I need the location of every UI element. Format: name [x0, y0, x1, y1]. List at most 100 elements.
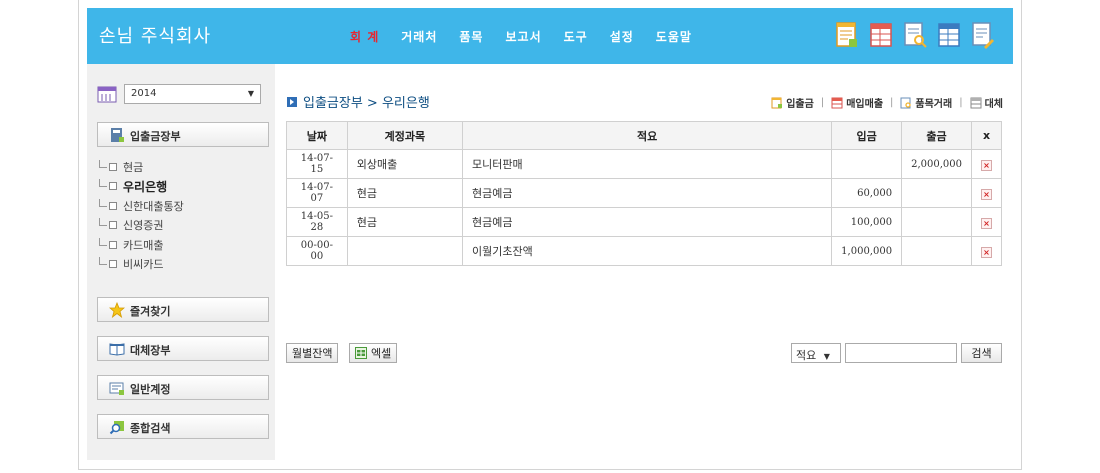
doc-icon — [771, 97, 783, 109]
cell-delete: × — [970, 149, 1003, 179]
table-row[interactable]: 14-05-28 현금 현금예금 100,000 × — [286, 207, 1003, 237]
cell-memo[interactable]: 모니터판매 — [462, 149, 833, 179]
book-icon — [109, 127, 125, 143]
cell-withdrawal[interactable]: 2,000,000 — [901, 149, 972, 179]
chevron-down-icon: ▼ — [823, 352, 830, 361]
cell-date[interactable]: 14-05-28 — [286, 207, 348, 237]
search-field-select[interactable]: 적요 ▼ — [791, 343, 841, 363]
cashbook-button[interactable]: 입출금장부 — [97, 122, 269, 147]
divider: | — [820, 97, 825, 108]
delete-icon[interactable]: × — [980, 217, 992, 229]
nav-items[interactable]: 품목 — [459, 28, 483, 45]
tree-item-shinyoung-securities[interactable]: 신영증권 — [99, 216, 184, 236]
cell-account[interactable] — [346, 236, 464, 266]
cell-memo[interactable]: 현금예금 — [462, 207, 833, 237]
tree-branch — [99, 159, 107, 168]
table-row[interactable]: 00-00-00 이월기초잔액 1,000,000 × — [286, 236, 1003, 266]
cashbook-label: 입출금장부 — [130, 130, 181, 143]
cell-account[interactable]: 외상매출 — [346, 149, 464, 179]
main-nav: 회 계 거래처 품목 보고서 도구 설정 도움말 — [350, 28, 714, 45]
transfer-book-button[interactable]: 대체장부 — [97, 336, 269, 361]
open-book-icon — [109, 341, 125, 357]
search-all-label: 종합검색 — [130, 422, 171, 435]
tree-item-card-sales[interactable]: 카드매출 — [99, 235, 184, 255]
divider: | — [959, 97, 963, 108]
cell-date[interactable]: 14-07-15 — [286, 149, 348, 179]
breadcrumb: 입출금장부 > 우리은행 — [287, 92, 430, 111]
excel-label: 엑셀 — [371, 347, 392, 360]
quick-link-label: 대체 — [984, 99, 1003, 110]
delete-icon[interactable]: × — [980, 159, 992, 171]
quick-link-item-trade[interactable]: 품목거래 — [900, 95, 952, 110]
cell-account[interactable]: 현금 — [346, 178, 464, 208]
cell-account[interactable]: 현금 — [346, 207, 464, 237]
cell-deposit[interactable]: 60,000 — [831, 178, 903, 208]
quick-link-purchase-sales[interactable]: 매입매출 — [831, 95, 883, 110]
node-icon — [109, 182, 117, 191]
cell-deposit[interactable]: 1,000,000 — [831, 236, 903, 266]
cell-withdrawal[interactable] — [901, 207, 972, 237]
column-header-date[interactable]: 날짜 — [286, 121, 348, 150]
cell-deposit[interactable] — [831, 149, 903, 179]
tree-item-shinhan-loan[interactable]: 신한대출통장 — [99, 196, 184, 216]
column-header-account[interactable]: 계정과목 — [346, 121, 464, 150]
top-toolbar — [834, 21, 1004, 49]
edit-doc-icon[interactable] — [970, 21, 996, 49]
arrow-box-icon — [287, 96, 297, 107]
transfer-book-label: 대체장부 — [130, 344, 171, 357]
node-icon — [109, 260, 117, 269]
quick-link-transfer[interactable]: 대체 — [970, 95, 1003, 110]
nav-reports[interactable]: 보고서 — [505, 28, 541, 45]
delete-icon[interactable]: × — [980, 246, 992, 258]
favorites-button[interactable]: 즐겨찾기 — [97, 297, 269, 322]
ledger-table-icon[interactable] — [936, 21, 962, 49]
table-row[interactable]: 14-07-07 현금 현금예금 60,000 × — [286, 178, 1003, 208]
tree-item-label: 신한대출통장 — [123, 199, 184, 213]
column-header-deposit[interactable]: 입금 — [831, 121, 903, 150]
tree-item-cash[interactable]: 현금 — [99, 157, 184, 177]
app-frame: 손님 주식회사 회 계 거래처 품목 보고서 도구 설정 도움말 2014 ▼ … — [78, 0, 1022, 470]
cell-memo[interactable]: 현금예금 — [462, 178, 833, 208]
node-icon — [109, 162, 117, 171]
tree-item-bc-card[interactable]: 비씨카드 — [99, 255, 184, 275]
cell-date[interactable]: 00-00-00 — [286, 236, 348, 266]
nav-tools[interactable]: 도구 — [564, 28, 588, 45]
search-button[interactable]: 검색 — [961, 343, 1002, 363]
cell-withdrawal[interactable] — [901, 236, 972, 266]
excel-button[interactable]: 엑셀 — [349, 343, 398, 363]
cell-date[interactable]: 14-07-07 — [286, 178, 348, 208]
cell-withdrawal[interactable] — [901, 178, 972, 208]
search-all-button[interactable]: 종합검색 — [97, 414, 269, 439]
tree-branch — [99, 237, 107, 246]
nav-settings[interactable]: 설정 — [610, 28, 634, 45]
search-input[interactable] — [845, 343, 957, 363]
cell-deposit[interactable]: 100,000 — [831, 207, 903, 237]
table-row[interactable]: 14-07-15 외상매출 모니터판매 2,000,000 × — [286, 149, 1003, 179]
divider: | — [890, 97, 894, 108]
company-name[interactable]: 손님 주식회사 — [99, 22, 211, 48]
account-tree: 현금 우리은행 신한대출통장 신영증권 카드매출 비씨카드 — [99, 157, 184, 274]
nav-accounting[interactable]: 회 계 — [350, 28, 379, 45]
search-doc-icon — [900, 97, 912, 109]
year-select[interactable]: 2014 ▼ — [124, 84, 261, 104]
general-account-button[interactable]: 일반계정 — [97, 375, 269, 400]
delete-icon[interactable]: × — [980, 188, 992, 200]
monthly-balance-button[interactable]: 월별잔액 — [286, 343, 339, 363]
item-search-icon[interactable] — [902, 21, 928, 49]
nav-help[interactable]: 도움말 — [656, 28, 692, 45]
tree-branch — [99, 198, 107, 207]
quick-link-cashbook[interactable]: 입출금 — [771, 95, 814, 110]
cell-delete: × — [970, 207, 1003, 237]
cell-memo[interactable]: 이월기초잔액 — [462, 236, 833, 266]
nav-clients[interactable]: 거래처 — [401, 28, 437, 45]
table-icon — [831, 97, 843, 109]
tree-item-woori-bank[interactable]: 우리은행 — [99, 177, 184, 197]
calendar-icon — [97, 85, 117, 103]
tree-item-label: 신영증권 — [123, 219, 164, 233]
column-header-withdrawal[interactable]: 출금 — [901, 121, 972, 150]
sales-table-icon[interactable] — [868, 21, 894, 49]
column-header-memo[interactable]: 적요 — [462, 121, 833, 150]
quick-link-label: 입출금 — [786, 99, 814, 110]
tree-branch — [99, 257, 107, 266]
cashbook-doc-icon[interactable] — [834, 21, 860, 49]
